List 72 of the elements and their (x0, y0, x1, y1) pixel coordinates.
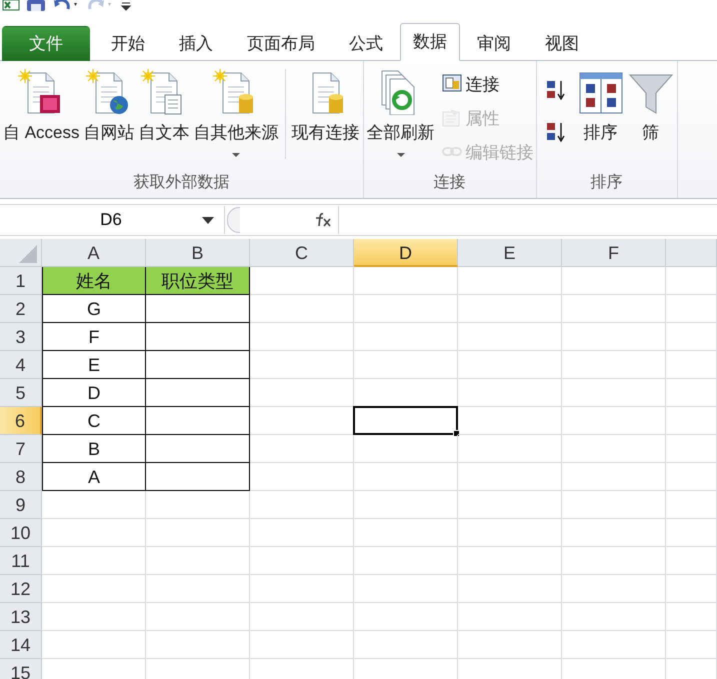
ribbon-tab[interactable]: 公式 (332, 26, 400, 61)
group-label: 获取外部数据 (132, 172, 230, 193)
splitter-handle[interactable] (227, 207, 240, 233)
table-cell[interactable]: B (42, 435, 146, 463)
empty-cell[interactable] (146, 435, 250, 463)
empty-cell[interactable] (146, 295, 250, 323)
table-cell[interactable]: E (42, 351, 146, 379)
row-header[interactable]: 13 (0, 603, 42, 631)
row-header[interactable]: 4 (0, 351, 42, 379)
dropdown-caret-icon (202, 216, 214, 224)
ribbon-button[interactable]: 自文本 (138, 65, 191, 144)
row-header[interactable]: 10 (0, 519, 42, 547)
row-header[interactable]: 6 (0, 407, 42, 435)
file-tab[interactable]: 文件 (2, 26, 90, 61)
group-label: 排序 (590, 172, 624, 193)
row-header[interactable]: 1 (0, 267, 42, 295)
ribbon-button[interactable]: 全部刷新 (366, 65, 436, 158)
function-icon[interactable] (314, 212, 332, 228)
row-header[interactable]: 14 (0, 631, 42, 659)
table-cell[interactable]: A (42, 463, 146, 491)
column-header[interactable]: D (354, 239, 458, 267)
column-header[interactable]: A (42, 239, 146, 267)
table-cell[interactable]: 姓名 (42, 267, 146, 295)
column-header[interactable]: C (250, 239, 354, 267)
ribbon-tab[interactable]: 插入 (162, 26, 230, 61)
ribbon-tab[interactable]: 页面布局 (230, 26, 332, 61)
ribbon-button[interactable]: 自其他来源 (192, 65, 280, 158)
empty-cell[interactable] (146, 379, 250, 407)
select-all-button[interactable] (0, 239, 42, 267)
row-header[interactable]: 7 (0, 435, 42, 463)
ribbon-button[interactable]: 排序 (576, 65, 625, 144)
table-cell[interactable]: 职位类型 (146, 267, 250, 295)
empty-cell[interactable] (146, 323, 250, 351)
ribbon-button[interactable]: 筛 (626, 65, 675, 144)
column-header[interactable]: E (458, 239, 562, 267)
column-header[interactable]: B (146, 239, 250, 267)
properties-icon (442, 108, 462, 128)
connection-icon (442, 74, 462, 94)
undo-icon[interactable] (52, 0, 80, 12)
spreadsheet-icon[interactable] (2, 0, 20, 12)
table-cell[interactable]: G (42, 295, 146, 323)
row-header[interactable]: 12 (0, 575, 42, 603)
row-header[interactable]: 15 (0, 659, 42, 679)
save-icon[interactable] (26, 0, 46, 12)
select-all-icon[interactable] (17, 243, 37, 263)
ribbon-button[interactable]: 现有连接 (290, 65, 361, 144)
ribbon-button[interactable]: 自网站 (82, 65, 136, 144)
row-header[interactable]: 11 (0, 547, 42, 575)
name-box[interactable]: D6 (0, 206, 225, 234)
ribbon-tab[interactable]: 数据 (400, 23, 460, 61)
table-cell[interactable]: C (42, 407, 146, 435)
table-cell[interactable]: F (42, 323, 146, 351)
row-header[interactable]: 3 (0, 323, 42, 351)
ribbon-tab[interactable]: 审阅 (460, 26, 528, 61)
sort-descending-icon[interactable] (544, 121, 567, 143)
group-label: 连接 (432, 172, 467, 193)
column-header[interactable]: F (562, 239, 666, 267)
customize-menu-icon[interactable] (120, 0, 132, 12)
table-cell[interactable]: D (42, 379, 146, 407)
empty-cell[interactable] (146, 351, 250, 379)
column-header[interactable] (666, 239, 717, 267)
empty-cell[interactable] (146, 407, 250, 435)
row-header[interactable]: 2 (0, 295, 42, 323)
ribbon-tab[interactable]: 视图 (528, 26, 596, 61)
row-header[interactable]: 5 (0, 379, 42, 407)
ribbon-tab[interactable]: 开始 (94, 26, 162, 61)
row-header[interactable]: 9 (0, 491, 42, 519)
row-header[interactable]: 8 (0, 463, 42, 491)
ribbon-button[interactable]: 连接 (442, 69, 534, 99)
ribbon-button[interactable]: 自 Access (2, 65, 81, 144)
sort-ascending-icon[interactable] (544, 79, 567, 101)
empty-cell[interactable] (146, 463, 250, 491)
